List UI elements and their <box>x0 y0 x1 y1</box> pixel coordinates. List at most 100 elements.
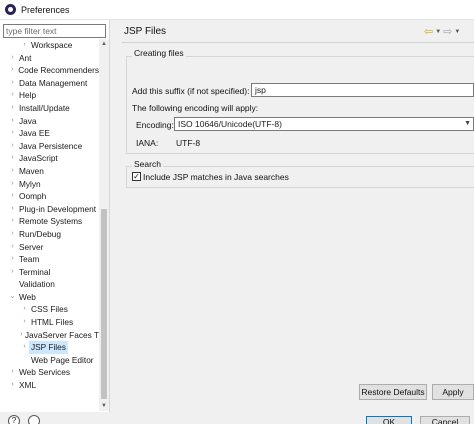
tree-item[interactable]: › Team <box>0 253 99 266</box>
chevron-right-icon[interactable]: › <box>8 178 17 191</box>
tree-item[interactable]: › Plug-in Development <box>0 203 99 216</box>
chevron-right-icon[interactable]: › <box>8 203 17 216</box>
tree-item[interactable]: › Server <box>0 241 99 254</box>
chevron-right-icon[interactable]: › <box>8 215 17 228</box>
tree-item[interactable]: › Help <box>0 89 99 102</box>
tree-item[interactable]: › JavaServer Faces T <box>0 329 99 342</box>
tree-item[interactable]: › Code Recommenders <box>0 64 99 77</box>
tree-item[interactable]: › Terminal <box>0 266 99 279</box>
tree-item[interactable]: › Remote Systems <box>0 215 99 228</box>
tree-item-label: Web Page Editor <box>31 354 94 365</box>
tree-item[interactable]: › Workspace <box>0 39 99 52</box>
tree-item[interactable]: › Java <box>0 115 99 128</box>
tree-item[interactable]: › Install/Update <box>0 102 99 115</box>
chevron-right-icon[interactable]: › <box>20 316 29 329</box>
forward-dropdown-icon[interactable]: ▼ <box>454 29 460 35</box>
tree-item[interactable]: ⌄ Web <box>0 291 99 304</box>
chevron-right-icon[interactable]: › <box>20 341 29 354</box>
tree-item-label: JavaScript <box>19 153 58 164</box>
tree-item-label: Data Management <box>19 77 88 88</box>
chevron-right-icon[interactable]: › <box>8 64 16 77</box>
chevron-right-icon[interactable]: › <box>8 127 17 140</box>
chevron-right-icon[interactable]: › <box>8 165 17 178</box>
iana-value: UTF-8 <box>176 138 201 148</box>
iana-label: IANA: <box>136 138 159 148</box>
tree-item[interactable]: › Web Services <box>0 366 99 379</box>
back-arrow-icon[interactable]: ⇦ <box>424 25 433 38</box>
forward-arrow-icon[interactable]: ⇨ <box>443 25 452 38</box>
chevron-right-icon[interactable]: › <box>8 379 17 392</box>
suffix-input[interactable]: jsp <box>251 83 474 97</box>
tree-item[interactable]: › Maven <box>0 165 99 178</box>
tree-item[interactable]: › Java EE <box>0 127 99 140</box>
chevron-right-icon[interactable]: › <box>8 241 17 254</box>
chevron-right-icon[interactable]: › <box>20 39 29 52</box>
suffix-label: Add this suffix (if not specified): <box>132 86 250 96</box>
tree-item[interactable]: › Ant <box>0 52 99 65</box>
tree-item-label: Web <box>19 291 36 302</box>
chevron-right-icon[interactable]: › <box>8 52 17 65</box>
include-jsp-checkbox[interactable]: ✓ <box>132 172 141 181</box>
tree-item[interactable]: › CSS Files <box>0 303 99 316</box>
tree-item[interactable]: › Run/Debug <box>0 228 99 241</box>
history-nav: ⇦ ▼ ⇨ ▼ <box>424 25 460 38</box>
restore-defaults-button[interactable]: Restore Defaults <box>359 384 427 400</box>
tree-item-label: Validation <box>19 279 55 290</box>
chevron-right-icon[interactable]: › <box>8 253 17 266</box>
tree-item-label: XML <box>19 380 37 391</box>
include-jsp-label[interactable]: Include JSP matches in Java searches <box>143 172 289 182</box>
scroll-thumb[interactable] <box>101 209 107 399</box>
chevron-right-icon[interactable]: › <box>8 89 17 102</box>
tree-scrollbar[interactable]: ▲ ▼ <box>99 39 109 411</box>
settings-icon[interactable] <box>28 415 40 424</box>
tree-item[interactable]: › HTML Files <box>0 316 99 329</box>
tree-item[interactable]: › Java Persistence <box>0 140 99 153</box>
chevron-right-icon[interactable]: › <box>8 77 17 90</box>
encoding-intro-label: The following encoding will apply: <box>132 103 259 113</box>
chevron-right-icon[interactable]: › <box>8 102 17 115</box>
scroll-down-arrow-icon[interactable]: ▼ <box>99 401 109 411</box>
encoding-value: ISO 10646/Unicode(UTF-8) <box>178 119 282 129</box>
chevron-right-icon[interactable]: › <box>8 140 17 153</box>
encoding-select[interactable]: ISO 10646/Unicode(UTF-8) ▼ <box>174 117 474 131</box>
chevron-down-icon[interactable]: ⌄ <box>8 291 17 304</box>
tree-item[interactable]: › XML <box>0 379 99 392</box>
tree-item-label: Run/Debug <box>19 228 61 239</box>
chevron-right-icon[interactable]: › <box>8 266 17 279</box>
tree-item-label: Java EE <box>19 128 50 139</box>
back-dropdown-icon[interactable]: ▼ <box>435 29 441 35</box>
scroll-up-arrow-icon[interactable]: ▲ <box>99 39 109 49</box>
cancel-button[interactable]: Cancel <box>420 416 470 424</box>
chevron-right-icon[interactable]: › <box>8 228 17 241</box>
help-icon[interactable]: ? <box>8 415 20 424</box>
tree-item[interactable]: › JavaScript <box>0 152 99 165</box>
preferences-tree-pane: ›Workspace›Ant›Code Recommenders›Data Ma… <box>0 20 110 412</box>
chevron-right-icon[interactable]: › <box>20 329 23 342</box>
tree-item-label: Code Recommenders <box>18 65 99 76</box>
tree-item[interactable]: › Oomph <box>0 190 99 203</box>
apply-button[interactable]: Apply <box>432 384 474 400</box>
tree-item-label: Oomph <box>19 191 47 202</box>
eclipse-icon <box>5 4 16 15</box>
chevron-right-icon[interactable]: › <box>8 115 17 128</box>
chevron-right-icon[interactable]: › <box>8 152 17 165</box>
tree-item-label: Web Services <box>19 367 71 378</box>
filter-input[interactable] <box>3 24 106 38</box>
tree-item[interactable]: › JSP Files <box>0 341 99 354</box>
chevron-right-icon[interactable]: › <box>8 190 17 203</box>
ok-button[interactable]: OK <box>366 416 412 424</box>
tree-item-label: Remote Systems <box>19 216 83 227</box>
tree-item-label: Ant <box>19 52 32 63</box>
tree-item-label: Help <box>19 90 37 101</box>
creating-files-label: Creating files <box>132 48 186 58</box>
tree-item-label: Workspace <box>31 40 73 50</box>
tree-item-label: Plug-in Development <box>19 203 97 214</box>
tree-item-label: Java Persistence <box>19 140 83 151</box>
tree-item[interactable]: Validation <box>0 278 99 291</box>
tree-item[interactable]: › Data Management <box>0 77 99 90</box>
tree-item[interactable]: › Mylyn <box>0 178 99 191</box>
tree-item[interactable]: Web Page Editor <box>0 354 99 367</box>
chevron-right-icon[interactable]: › <box>20 303 29 316</box>
chevron-right-icon[interactable]: › <box>8 366 17 379</box>
tree-item-label: Mylyn <box>19 178 41 189</box>
